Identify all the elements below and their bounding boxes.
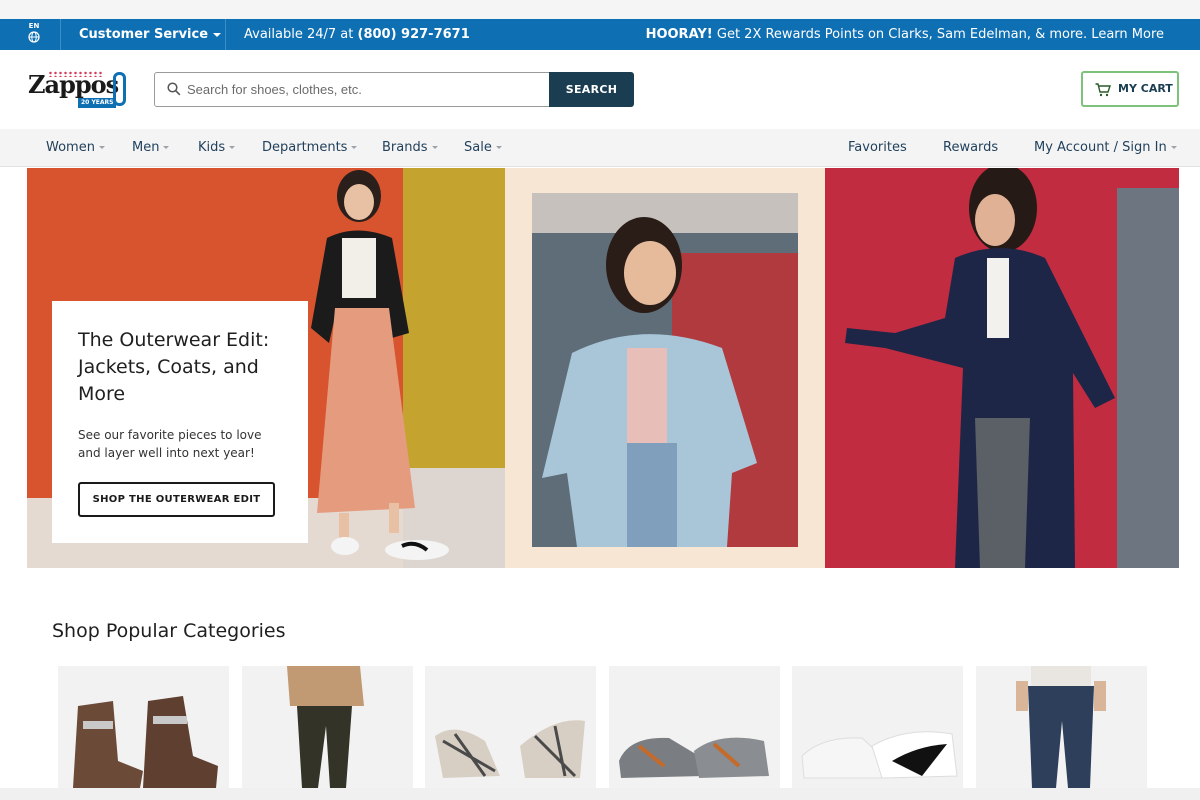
bottom-strip [0, 788, 1200, 800]
hero-photo-denim-jacket [505, 168, 825, 568]
photo-frame [532, 193, 798, 547]
nav-label: Rewards [943, 140, 999, 155]
chevron-down-icon [98, 146, 105, 149]
nav-item-brands[interactable]: Brands [382, 129, 438, 166]
model-figure [845, 168, 1115, 568]
hero-body: See our favorite pieces to love and laye… [78, 428, 262, 460]
model-figure [542, 217, 757, 547]
model-figure [311, 170, 449, 560]
search-input[interactable] [187, 74, 542, 105]
plaid-pumps-image [435, 720, 585, 778]
hero-banner[interactable]: The Outerwear Edit: Jackets, Coats, and … [27, 168, 1179, 568]
search-button[interactable]: SEARCH [549, 72, 634, 107]
promo-bold: HOORAY! [645, 27, 713, 42]
sweater-leggings-image [287, 666, 364, 788]
running-sneakers-image [619, 737, 769, 778]
language-label: EN [28, 22, 40, 30]
cart-button[interactable]: MY CART [1081, 71, 1179, 107]
nav-item-rewards[interactable]: Rewards [943, 129, 998, 166]
category-tile[interactable] [58, 666, 229, 788]
cart-icon [1095, 83, 1111, 97]
chevron-down-icon [229, 146, 236, 149]
nav-label: Sale [464, 140, 492, 155]
category-tile[interactable] [792, 666, 963, 788]
availability-prefix: Available 24/7 at [244, 27, 358, 42]
category-tile[interactable] [242, 666, 413, 788]
chevron-down-icon [431, 146, 438, 149]
nav-item-favorites[interactable]: Favorites [848, 129, 907, 166]
jeans-image [1016, 666, 1106, 788]
chevron-down-icon [1170, 146, 1177, 149]
nav-label: Men [132, 140, 160, 155]
nav-item-kids[interactable]: Kids [198, 129, 236, 166]
boots-image [73, 696, 218, 788]
customer-service-label: Customer Service [79, 27, 209, 42]
chevron-down-icon [351, 146, 358, 149]
search-box [154, 72, 550, 107]
category-tile[interactable] [425, 666, 596, 788]
nav-label: Women [46, 140, 95, 155]
hero-photo-leather-jacket: The Outerwear Edit: Jackets, Coats, and … [27, 168, 505, 568]
hero-card: The Outerwear Edit: Jackets, Coats, and … [52, 301, 308, 543]
shop-outerwear-button[interactable]: SHOP THE OUTERWEAR EDIT [78, 482, 275, 517]
chevron-down-icon [213, 32, 222, 37]
category-tile[interactable] [976, 666, 1147, 788]
util-divider [225, 19, 226, 50]
section-title: Shop Popular Categories [52, 620, 286, 642]
hero-title: The Outerwear Edit: Jackets, Coats, and … [78, 329, 270, 405]
customer-service-menu[interactable]: Customer Service [79, 19, 222, 50]
language-selector[interactable]: EN [22, 22, 46, 48]
zappos-logo[interactable]: Zappos 20 YEARS [28, 70, 128, 110]
globe-icon [28, 31, 40, 43]
availability-text: Available 24/7 at (800) 927-7671 [244, 19, 470, 50]
util-divider [60, 19, 61, 50]
top-gap [0, 0, 1200, 19]
hero-photo-trench-coat [825, 168, 1179, 568]
search-icon [167, 82, 181, 96]
nav-label: My Account / Sign In [1034, 140, 1167, 155]
white-sneakers-image [801, 731, 958, 779]
logo-wordmark: Zappos [28, 70, 119, 99]
nav-item-women[interactable]: Women [46, 129, 105, 166]
nav-item-men[interactable]: Men [132, 129, 170, 166]
main-nav: Women Men Kids Departments Brands Sale F… [0, 129, 1200, 167]
cart-label: MY CART [1118, 82, 1173, 95]
utility-bar: EN Customer Service Available 24/7 at (8… [0, 19, 1200, 50]
promo-text: Get 2X Rewards Points on Clarks, Sam Ede… [712, 27, 1164, 42]
nav-item-sale[interactable]: Sale [464, 129, 502, 166]
nav-label: Departments [262, 140, 348, 155]
chevron-down-icon [163, 146, 170, 149]
nav-item-departments[interactable]: Departments [262, 129, 358, 166]
chevron-down-icon [495, 146, 502, 149]
nav-label: Brands [382, 140, 428, 155]
nav-item-account[interactable]: My Account / Sign In [1034, 129, 1177, 166]
nav-label: Kids [198, 140, 226, 155]
site-header: Zappos 20 YEARS SEARCH MY CART [0, 50, 1200, 129]
category-tile[interactable] [609, 666, 780, 788]
phone-number[interactable]: (800) 927-7671 [358, 27, 470, 42]
logo-badge: 20 YEARS [78, 98, 117, 108]
promo-banner[interactable]: HOORAY! Get 2X Rewards Points on Clarks,… [646, 19, 1164, 50]
nav-label: Favorites [848, 140, 907, 155]
category-row [58, 666, 1158, 788]
